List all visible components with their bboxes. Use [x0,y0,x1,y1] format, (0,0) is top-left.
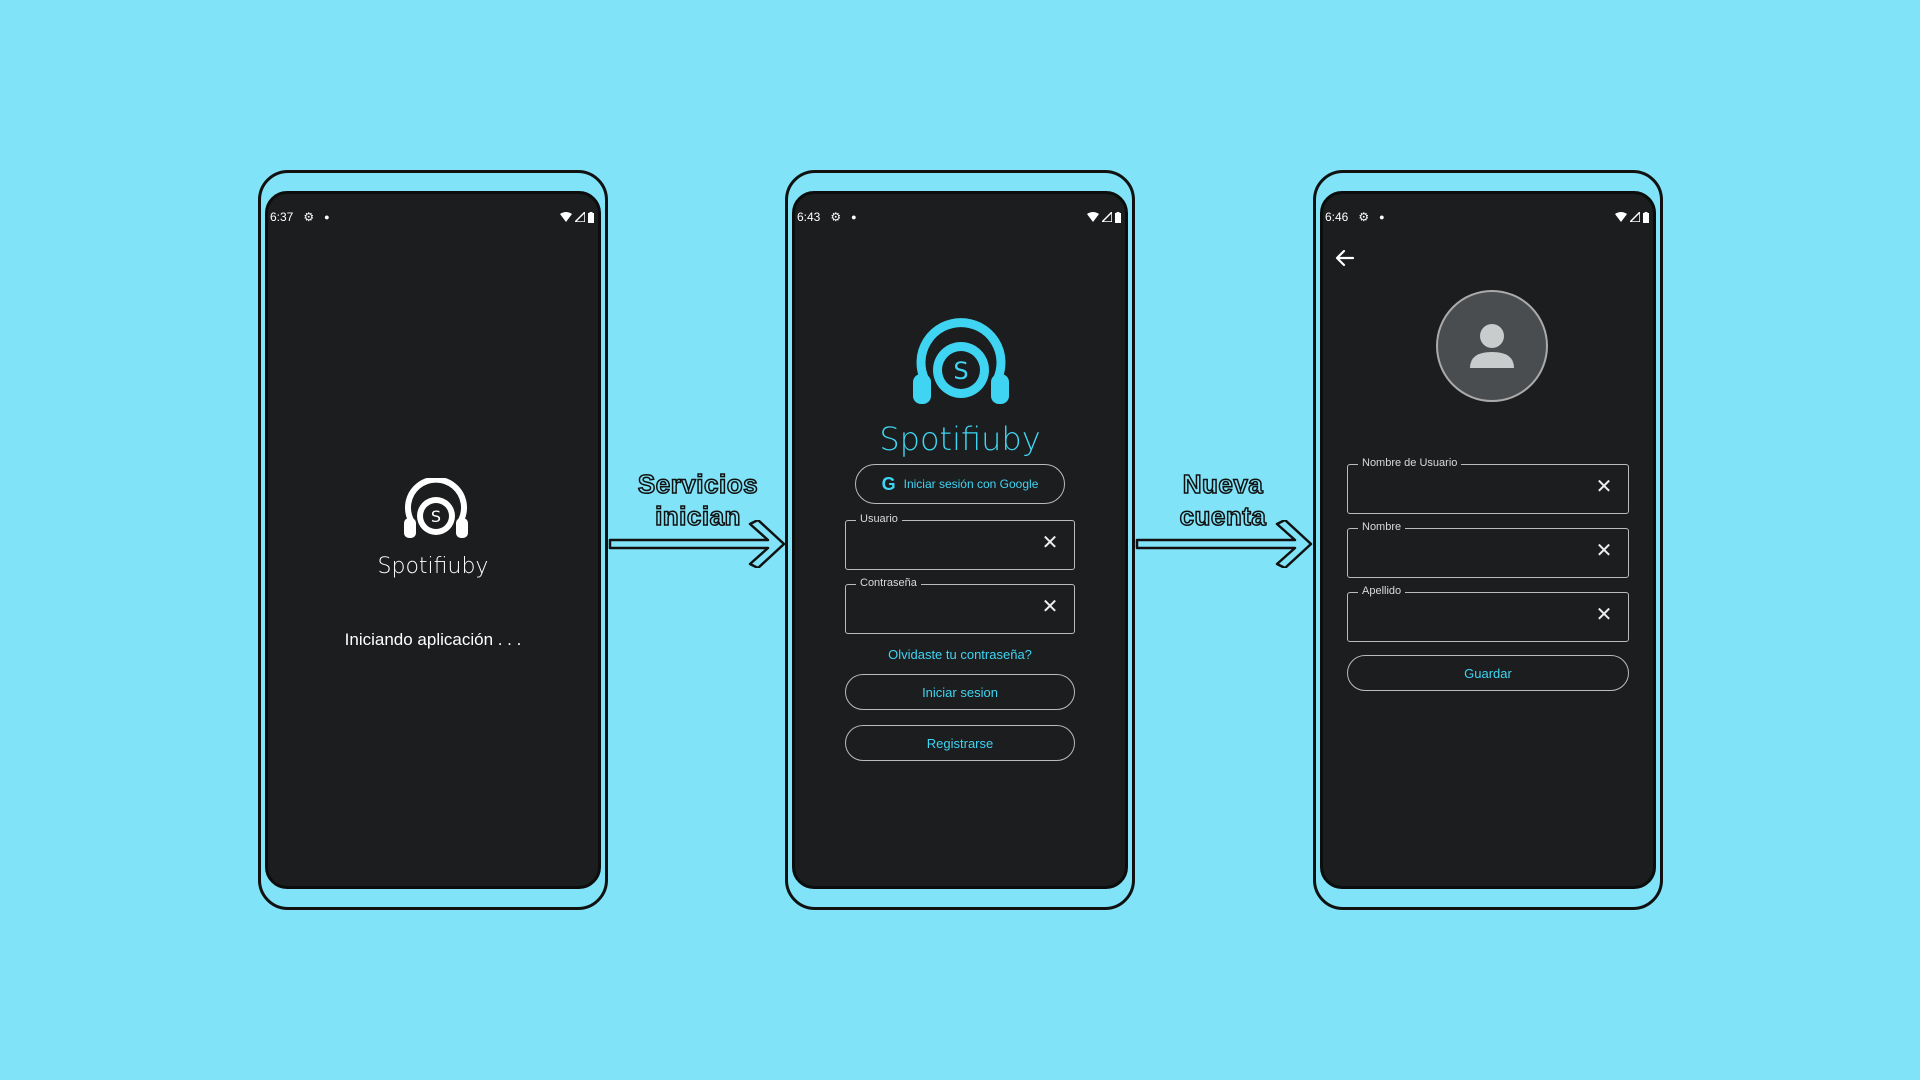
clear-icon[interactable]: ✕ [1594,541,1614,561]
clear-icon[interactable]: ✕ [1594,605,1614,625]
signal-icon [575,212,585,222]
status-time: 6:43 [797,210,821,224]
google-signin-label: Iniciar sesión con Google [903,477,1039,491]
headphone-logo-icon: S [913,318,1009,404]
new-account-screen: 6:46 ⚙ ● Nombre de Usuario ✕ Nombre ✕ Ap… [1320,191,1656,889]
login-screen: 6:43 ⚙ ● S Spotifiuby G Iniciar sesión c… [792,191,1128,889]
phone-new-account: 6:46 ⚙ ● Nombre de Usuario ✕ Nombre ✕ Ap… [1313,170,1663,910]
google-icon: G [881,473,896,494]
app-name: Spotifiuby [879,420,1041,458]
avatar[interactable] [1436,290,1548,402]
arrow-label-line1: Servicios [637,468,759,500]
clear-icon[interactable]: ✕ [1040,597,1060,617]
save-button[interactable]: Guardar [1347,655,1629,691]
gear-icon: ⚙ [303,210,315,224]
username-label: Nombre de Usuario [1358,457,1462,469]
signal-icon [1630,212,1640,222]
wifi-icon [1087,212,1099,222]
notification-dot-icon: ● [1379,212,1385,222]
notification-dot-icon: ● [324,212,330,222]
login-button[interactable]: Iniciar sesion [845,674,1075,710]
person-icon [1470,324,1514,368]
status-bar: 6:43 ⚙ ● [795,208,1125,226]
battery-icon [1643,211,1649,223]
splash-screen: 6:37 ⚙ ● S Spotifiuby Iniciando aplicaci… [265,191,601,889]
register-button[interactable]: Registrarse [845,725,1075,761]
flow-arrow-1 [608,520,786,568]
wifi-icon [560,212,572,222]
gear-icon: ⚙ [1358,210,1370,224]
lastname-label: Apellido [1358,585,1406,597]
username-field[interactable]: Nombre de Usuario ✕ [1347,457,1629,514]
app-logo: S [905,316,1017,416]
name-field[interactable]: Nombre ✕ [1347,521,1629,578]
gear-icon: ⚙ [830,210,842,224]
username-field[interactable]: Usuario ✕ [845,513,1075,570]
forgot-password-link[interactable]: Olvidaste tu contraseña? [795,647,1125,662]
app-name: Spotifiuby [377,554,489,579]
arrow-label-line1: Nueva [1182,468,1264,500]
status-time: 6:46 [1325,210,1349,224]
status-time: 6:37 [270,210,294,224]
battery-icon [588,211,594,223]
username-label: Usuario [856,513,902,525]
app-logo: S [398,476,474,548]
clear-icon[interactable]: ✕ [1594,477,1614,497]
name-label: Nombre [1358,521,1406,533]
flow-arrow-2 [1135,520,1313,568]
back-arrow-icon[interactable] [1333,246,1357,270]
phone-login: 6:43 ⚙ ● S Spotifiuby G Iniciar sesión c… [785,170,1135,910]
password-field[interactable]: Contraseña ✕ [845,577,1075,634]
logo-letter: S [953,357,968,385]
phone-splash: 6:37 ⚙ ● S Spotifiuby Iniciando aplicaci… [258,170,608,910]
headphone-logo-icon: S [404,476,468,538]
password-label: Contraseña [856,577,921,589]
google-signin-button[interactable]: G Iniciar sesión con Google [855,464,1065,504]
battery-icon [1115,211,1121,223]
loading-text: Iniciando aplicación . . . [344,630,522,649]
status-bar: 6:46 ⚙ ● [1323,208,1653,226]
signal-icon [1102,212,1112,222]
lastname-field[interactable]: Apellido ✕ [1347,585,1629,642]
logo-letter: S [431,507,441,526]
notification-dot-icon: ● [851,212,857,222]
status-bar: 6:37 ⚙ ● [268,208,598,226]
clear-icon[interactable]: ✕ [1040,533,1060,553]
wifi-icon [1615,212,1627,222]
